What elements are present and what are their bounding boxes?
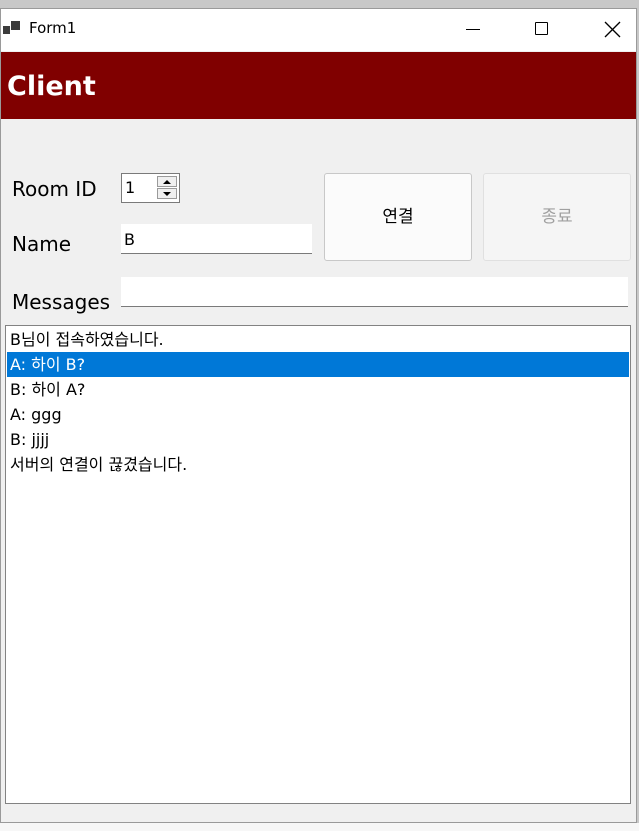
message-input[interactable] xyxy=(121,277,628,307)
main-window: Form1 Client Room ID 1 Name B Messages 연… xyxy=(0,8,637,823)
client-banner: Client xyxy=(1,52,636,119)
minimize-button[interactable] xyxy=(450,9,496,51)
message-item[interactable]: B: 하이 A? xyxy=(7,377,629,402)
connect-button[interactable]: 연결 xyxy=(324,173,472,261)
message-list[interactable]: B님이 접속하였습니다. A: 하이 B? B: 하이 A? A: ggg B: jjj… xyxy=(5,325,631,804)
arrow-down-icon xyxy=(163,192,171,196)
taskbar-strip xyxy=(0,823,639,831)
end-button[interactable]: 종료 xyxy=(483,173,631,261)
name-input[interactable]: B xyxy=(121,224,312,254)
minimize-icon xyxy=(466,29,480,30)
room-id-label: Room ID xyxy=(12,177,97,201)
spin-buttons xyxy=(157,176,177,200)
banner-title: Client xyxy=(7,71,96,102)
room-id-stepper[interactable]: 1 xyxy=(121,173,180,203)
room-id-value: 1 xyxy=(125,178,136,197)
spin-down-button[interactable] xyxy=(157,188,177,199)
maximize-button[interactable] xyxy=(519,9,565,51)
message-item[interactable]: B님이 접속하였습니다. xyxy=(7,327,629,352)
app-icon xyxy=(3,21,21,35)
close-button[interactable] xyxy=(589,9,635,51)
maximize-icon xyxy=(535,22,548,35)
message-item[interactable]: A: 하이 B? xyxy=(7,352,629,377)
message-item[interactable]: A: ggg xyxy=(7,402,629,427)
message-item[interactable]: 서버의 연결이 끊겼습니다. xyxy=(7,452,629,477)
arrow-up-icon xyxy=(163,180,171,184)
close-icon xyxy=(604,21,621,38)
message-item[interactable]: B: jjjj xyxy=(7,427,629,452)
spin-up-button[interactable] xyxy=(157,176,177,187)
name-label: Name xyxy=(12,232,72,256)
messages-label: Messages xyxy=(12,290,111,314)
title-bar[interactable]: Form1 xyxy=(1,9,636,51)
name-value: B xyxy=(124,230,135,249)
window-title: Form1 xyxy=(29,19,77,37)
